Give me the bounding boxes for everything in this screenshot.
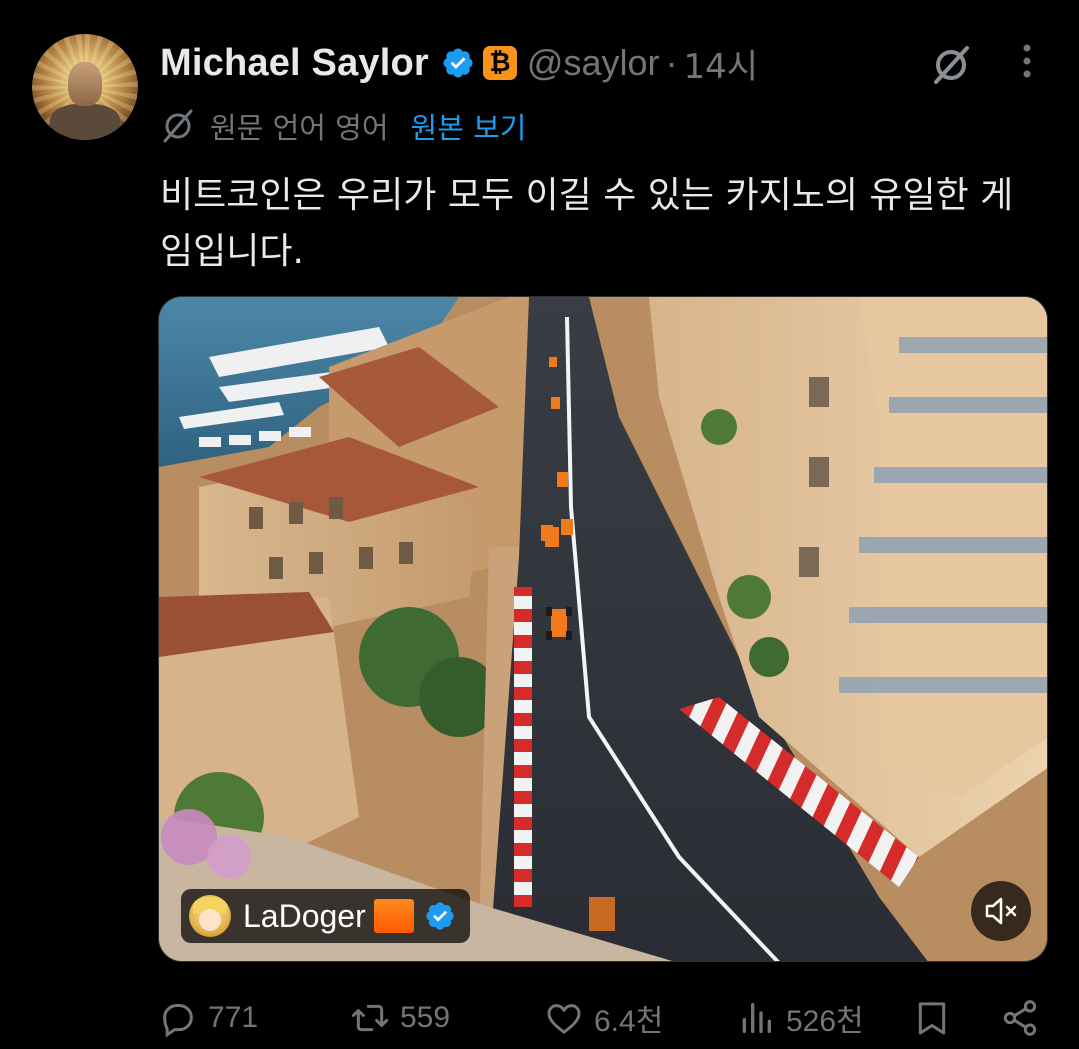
share-button[interactable] [1000, 996, 1040, 1040]
retweet-count: 559 [400, 1001, 451, 1034]
tweet-header: Michael Saylor ₿ @saylor · 14시 [160, 38, 758, 88]
like-button[interactable]: 6.4천 [544, 996, 663, 1040]
like-icon [547, 1004, 581, 1035]
view-count: 526천 [786, 1005, 864, 1038]
more-icon[interactable] [1010, 42, 1044, 82]
mute-button[interactable] [971, 881, 1031, 941]
like-count: 6.4천 [594, 1005, 664, 1038]
author-handle[interactable]: @saylor [527, 42, 660, 84]
bitcoin-badge-icon: ₿ [482, 46, 517, 80]
bookmark-icon [918, 1002, 946, 1035]
orange-flag-icon [373, 899, 414, 933]
tag-avatar-face [199, 909, 221, 931]
retweet-icon [351, 1004, 389, 1032]
view-original-link[interactable]: 원본 보기 [411, 105, 527, 147]
bookmark-button[interactable] [912, 996, 952, 1040]
reply-icon [163, 1004, 193, 1038]
avatar-face [68, 62, 102, 106]
header-separator: · [665, 42, 678, 83]
tag-username: LaDoger [243, 897, 366, 934]
tag-avatar [189, 895, 231, 937]
tweet-actions: 771 559 6.4천 526천 [158, 990, 1048, 1046]
tweet-video[interactable]: LaDoger [158, 296, 1048, 962]
reply-count: 771 [208, 1001, 259, 1034]
views-button[interactable]: 526천 [736, 996, 864, 1040]
verified-icon [443, 48, 473, 78]
tweet-time[interactable]: 14시 [684, 39, 759, 88]
views-icon [742, 1003, 771, 1033]
share-icon [1003, 1000, 1037, 1036]
avatar-shoulders [50, 104, 120, 140]
video-frame [159, 297, 1047, 961]
translation-row: 원문 언어 영어 원본 보기 [160, 104, 526, 148]
media-user-tag[interactable]: LaDoger [181, 889, 470, 943]
translate-grok-icon [163, 109, 193, 143]
tag-verified-icon [426, 902, 454, 930]
author-name[interactable]: Michael Saylor [160, 42, 429, 85]
reply-button[interactable]: 771 [158, 996, 258, 1040]
grok-icon[interactable] [930, 44, 972, 86]
original-language-label: 원문 언어 영어 [210, 111, 389, 145]
mute-icon [985, 897, 1017, 925]
retweet-button[interactable]: 559 [350, 996, 450, 1040]
tweet-text: 비트코인은 우리가 모두 이길 수 있는 카지노의 유일한 게임입니다. [160, 175, 1014, 272]
author-avatar[interactable] [32, 34, 138, 140]
